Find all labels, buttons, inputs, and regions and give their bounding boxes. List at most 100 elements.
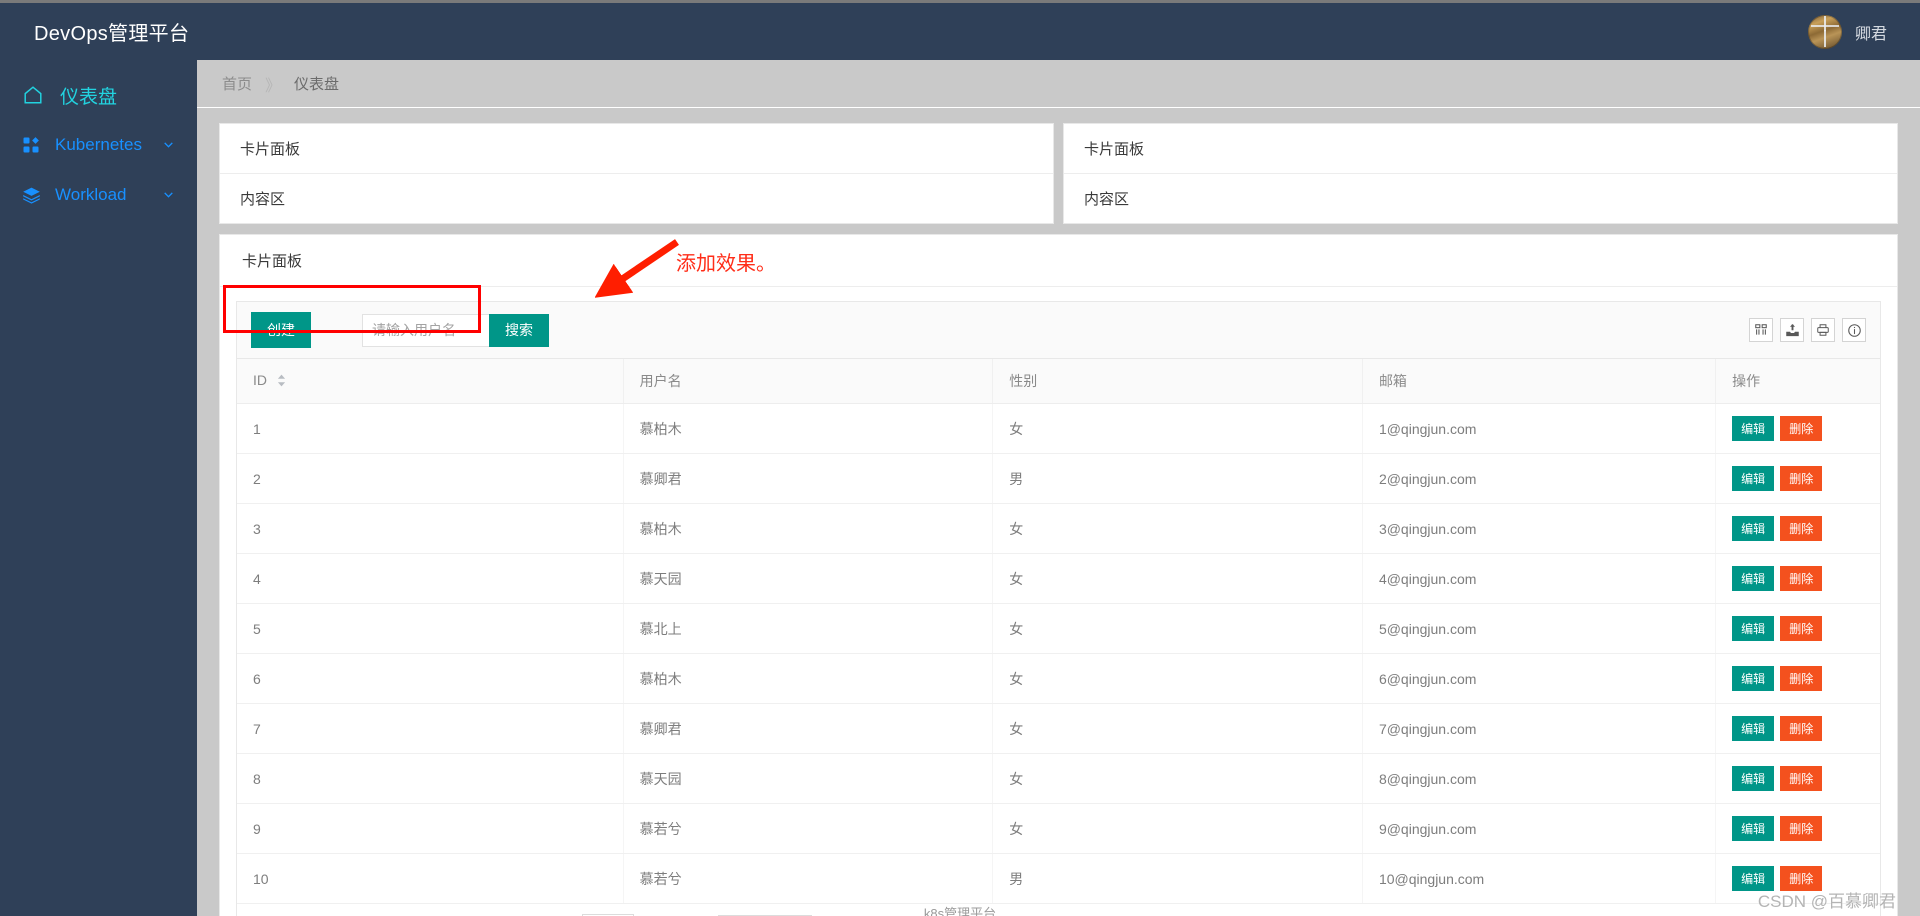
cell-ops: 编辑 删除 (1715, 503, 1880, 554)
search-input[interactable] (362, 313, 489, 347)
delete-button[interactable]: 删除 (1780, 716, 1823, 741)
body-split: 仪表盘 Kubernetes Workload 首页 》 仪表盘 卡片面板 内容… (0, 60, 1920, 916)
cell-name: 慕北上 (623, 603, 994, 654)
delete-button[interactable]: 删除 (1780, 666, 1823, 691)
column-label: ID (253, 372, 267, 389)
cell-name: 慕柏木 (623, 403, 994, 454)
cell-ops: 编辑 删除 (1715, 803, 1880, 854)
cell-id: 4 (237, 553, 624, 604)
edit-button[interactable]: 编辑 (1732, 566, 1775, 591)
delete-button[interactable]: 删除 (1780, 566, 1823, 591)
cell-gender: 女 (992, 503, 1363, 554)
edit-button[interactable]: 编辑 (1732, 466, 1775, 491)
search-button[interactable]: 搜索 (489, 313, 549, 347)
table-row: 10 慕若兮男 10@qingjun.com 编辑 删除 (237, 853, 1880, 904)
cell-name: 慕天园 (623, 553, 994, 604)
row-action-group: 编辑 删除 (1732, 616, 1880, 641)
cell-id: 6 (237, 653, 624, 704)
sidebar-item-label: Kubernetes (55, 135, 142, 154)
column-header-id[interactable]: ID (237, 359, 624, 404)
breadcrumb-home[interactable]: 首页 (222, 73, 252, 94)
row-action-group: 编辑 删除 (1732, 466, 1880, 491)
cell-email: 1@qingjun.com (1362, 403, 1717, 454)
users-table: ID 用户名 性别 邮箱 操作 1 慕柏木 女 1@qingjun.com 编辑… (237, 359, 1880, 904)
content-area: 首页 》 仪表盘 卡片面板 内容区 卡片面板 内容区 卡片面板 创建 请输入用户… (197, 60, 1920, 916)
cell-email: 9@qingjun.com (1362, 803, 1717, 854)
grid-blocks-icon (22, 136, 48, 154)
sidebar-item-kubernetes[interactable]: Kubernetes (0, 120, 197, 170)
chevron-down-icon[interactable] (162, 188, 175, 203)
delete-button[interactable]: 删除 (1780, 816, 1823, 841)
cell-ops: 编辑 删除 (1715, 753, 1880, 804)
sidebar-item-dashboard[interactable]: 仪表盘 (0, 70, 197, 120)
card-title: 卡片面板 (220, 124, 1053, 174)
card-panel-right: 卡片面板 内容区 (1063, 123, 1898, 224)
cell-gender: 女 (992, 653, 1363, 704)
table-body: 1 慕柏木女 1@qingjun.com 编辑 删除 2 慕卿君男 2@qingjun.com… (237, 403, 1880, 904)
cell-name: 慕若兮 (623, 853, 994, 904)
sort-icon[interactable] (277, 374, 286, 390)
delete-button[interactable]: 删除 (1780, 766, 1823, 791)
username-label: 卿君 (1854, 25, 1887, 43)
watermark: CSDN @百慕卿君 (1757, 892, 1896, 911)
edit-button[interactable]: 编辑 (1732, 716, 1775, 741)
sidebar: 仪表盘 Kubernetes Workload (0, 60, 197, 916)
delete-button[interactable]: 删除 (1780, 616, 1823, 641)
cell-ops: 编辑 删除 (1715, 603, 1880, 654)
row-action-group: 编辑 删除 (1732, 766, 1880, 791)
cell-email: 4@qingjun.com (1362, 553, 1717, 604)
edit-button[interactable]: 编辑 (1732, 516, 1775, 541)
cell-gender: 女 (992, 753, 1363, 804)
main-card-title: 卡片面板 (220, 235, 1897, 287)
cell-email: 2@qingjun.com (1362, 453, 1717, 504)
chevron-down-icon[interactable] (162, 138, 175, 153)
create-button[interactable]: 创建 (251, 312, 311, 348)
cell-gender: 女 (992, 603, 1363, 654)
breadcrumb-separator: 》 (265, 77, 282, 95)
sidebar-item-label: Workload (55, 185, 127, 204)
card-title: 卡片面板 (1064, 124, 1897, 174)
user-menu[interactable]: 卿君 (1807, 14, 1920, 49)
cell-gender: 女 (992, 803, 1363, 854)
columns-icon[interactable] (1749, 318, 1773, 342)
column-header-gender: 性别 (992, 359, 1363, 404)
sidebar-item-workload[interactable]: Workload (0, 170, 197, 220)
print-icon[interactable] (1811, 318, 1835, 342)
edit-button[interactable]: 编辑 (1732, 766, 1775, 791)
cell-id: 1 (237, 403, 624, 454)
cell-name: 慕卿君 (623, 703, 994, 754)
app-root: DevOps管理平台 卿君 仪表盘 Kubernetes Workload 首页… (0, 0, 1920, 916)
search-group: 搜索 (362, 313, 549, 347)
content-scroll: 卡片面板 内容区 卡片面板 内容区 卡片面板 创建 请输入用户名 搜索 ID 用… (197, 108, 1920, 916)
table-row: 5 慕北上女 5@qingjun.com 编辑 删除 (237, 603, 1880, 654)
export-icon[interactable] (1780, 318, 1804, 342)
table-row: 6 慕柏木女 6@qingjun.com 编辑 删除 (237, 653, 1880, 704)
cell-name: 慕天园 (623, 753, 994, 804)
edit-button[interactable]: 编辑 (1732, 816, 1775, 841)
edit-button[interactable]: 编辑 (1732, 666, 1775, 691)
card-content: 内容区 (1084, 191, 1130, 208)
table-row: 1 慕柏木女 1@qingjun.com 编辑 删除 (237, 403, 1880, 454)
edit-button[interactable]: 编辑 (1732, 616, 1775, 641)
avatar[interactable] (1807, 14, 1842, 49)
cell-gender: 男 (992, 853, 1363, 904)
cell-email: 8@qingjun.com (1362, 753, 1717, 804)
table-row: 2 慕卿君男 2@qingjun.com 编辑 删除 (237, 453, 1880, 504)
cell-name: 慕卿君 (623, 453, 994, 504)
row-action-group: 编辑 删除 (1732, 516, 1880, 541)
cell-email: 7@qingjun.com (1362, 703, 1717, 754)
delete-button[interactable]: 删除 (1780, 416, 1823, 441)
delete-button[interactable]: 删除 (1780, 516, 1823, 541)
cell-id: 7 (237, 703, 624, 754)
cell-ops: 编辑 删除 (1715, 403, 1880, 454)
delete-button[interactable]: 删除 (1780, 466, 1823, 491)
cell-email: 3@qingjun.com (1362, 503, 1717, 554)
cell-id: 2 (237, 453, 624, 504)
cell-email: 10@qingjun.com (1362, 853, 1717, 904)
breadcrumb-current: 仪表盘 (294, 76, 340, 93)
table-row: 8 慕天园女 8@qingjun.com 编辑 删除 (237, 753, 1880, 804)
edit-button[interactable]: 编辑 (1732, 416, 1775, 441)
main-card-body: 创建 搜索 (220, 287, 1897, 916)
cell-gender: 女 (992, 403, 1363, 454)
info-icon[interactable] (1842, 318, 1866, 342)
